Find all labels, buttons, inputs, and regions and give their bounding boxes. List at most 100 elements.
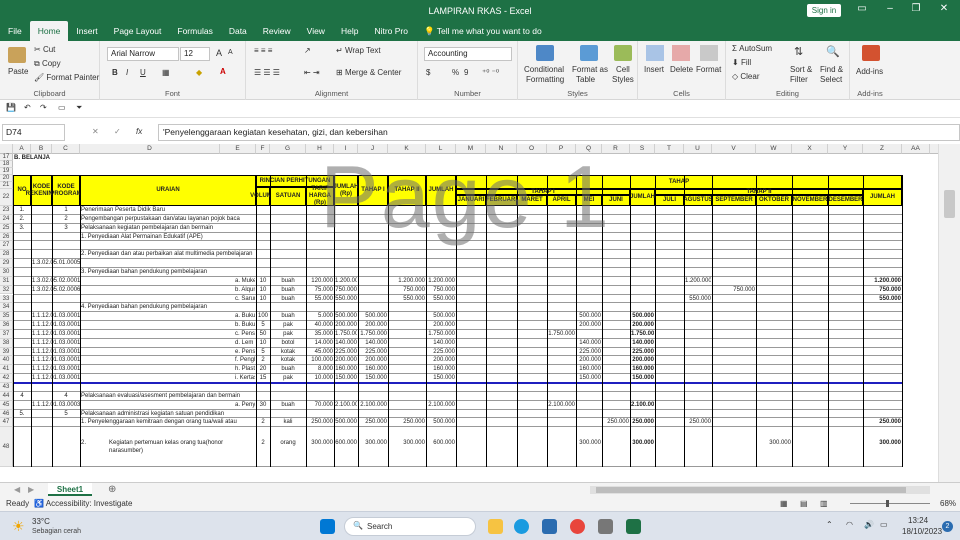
percent-button[interactable]: % (452, 68, 459, 77)
table-cell[interactable]: 750.000 (389, 286, 425, 294)
table-cell[interactable]: 1.1.12.01.03.0001 (32, 312, 230, 320)
cancel-icon[interactable]: ✕ (92, 127, 99, 136)
row-header[interactable]: 48 (0, 427, 13, 468)
underline-button[interactable]: U (140, 68, 146, 77)
table-cell[interactable]: 200.000 (577, 321, 601, 329)
conditional-formatting-icon[interactable] (536, 45, 554, 61)
table-cell[interactable]: kotak (271, 348, 305, 356)
table-cell[interactable]: buah (271, 401, 305, 409)
table-cell[interactable]: 55.000 (307, 295, 333, 303)
table-cell[interactable]: 2. Penyediaan dan atau perbaikan alat mu… (81, 250, 279, 258)
table-cell[interactable]: b. Alquran (221, 286, 255, 294)
table-cell[interactable]: 225.000 (577, 348, 601, 356)
cell-styles-icon[interactable] (614, 45, 632, 61)
tab-view[interactable]: View (299, 21, 333, 41)
table-cell[interactable]: a. Mukena (221, 277, 255, 285)
align-top-icon[interactable]: ≡ ≡ ≡ (254, 46, 272, 55)
tab-nitro-pro[interactable]: Nitro Pro (366, 21, 416, 41)
row-header[interactable]: 25 (0, 223, 13, 233)
column-header[interactable]: Q (576, 144, 602, 154)
bold-button[interactable]: B (112, 68, 118, 77)
table-cell[interactable]: 250.000 (307, 418, 333, 426)
delete-cells-icon[interactable] (672, 45, 690, 61)
column-header[interactable]: Y (828, 144, 863, 154)
merge-center-button[interactable]: ⊞ Merge & Center (336, 68, 401, 77)
row-header[interactable]: 43 (0, 383, 13, 392)
table-cell[interactable]: 50 (257, 330, 269, 338)
close-icon[interactable]: ✕ (934, 3, 954, 14)
maximize-icon[interactable]: ❐ (906, 3, 926, 14)
italic-button[interactable]: I (126, 68, 128, 77)
table-cell[interactable]: 750.000 (335, 286, 357, 294)
table-cell[interactable]: 1.1.12.01.03.0001 (32, 348, 230, 356)
table-cell[interactable]: 75.000 (307, 286, 333, 294)
clear-button[interactable]: ◇ Clear (732, 72, 760, 81)
format-cells-icon[interactable] (700, 45, 718, 61)
tab-help[interactable]: Help (333, 21, 366, 41)
select-all-corner[interactable] (0, 144, 13, 154)
table-cell[interactable]: 5 (53, 410, 79, 418)
table-cell[interactable]: 1.1.12.01.03.0001 (32, 330, 230, 338)
snipping-tool-icon[interactable] (598, 519, 613, 534)
table-cell[interactable]: Penerimaan Peserta Didik Baru (81, 206, 279, 214)
table-cell[interactable]: 300.000 (757, 439, 791, 447)
zoom-level[interactable]: 68% (940, 499, 956, 508)
decimal-icon[interactable]: ⁺⁰ ⁻⁰ (482, 68, 499, 77)
row-header[interactable]: 36 (0, 321, 13, 330)
table-cell[interactable]: 600.000 (335, 439, 357, 447)
font-name-select[interactable]: Arial Narrow (107, 47, 179, 61)
sort-icon[interactable]: ⇅ (794, 45, 803, 58)
table-cell[interactable]: 1.1.12.01.03.0001 (32, 339, 230, 347)
table-cell[interactable]: 550.000 (335, 295, 357, 303)
table-cell[interactable]: 1.1.12.01.03.0001 (32, 365, 230, 373)
format-as-table-button[interactable]: Format as (572, 65, 608, 74)
font-size-select[interactable]: 12 (180, 47, 210, 61)
table-cell[interactable]: buah (271, 295, 305, 303)
row-header[interactable]: 38 (0, 338, 13, 348)
fill-button[interactable]: ⬇ Fill (732, 58, 751, 67)
table-cell[interactable]: i. Kertas origami (221, 374, 255, 382)
table-cell[interactable]: 500.000 (359, 312, 387, 320)
column-header[interactable]: Z (863, 144, 902, 154)
table-cell[interactable]: 70.000 (307, 401, 333, 409)
table-cell[interactable]: 1. Penyediaan Alat Permainan Edukatif (A… (81, 233, 279, 241)
column-header[interactable]: E (220, 144, 256, 154)
page-break-view-icon[interactable]: ▥ (820, 499, 828, 508)
prev-sheet-icon[interactable]: ◀ (14, 485, 20, 494)
insert-function-button[interactable]: fx (136, 127, 142, 136)
table-cell[interactable]: 4 (53, 392, 79, 400)
table-cell[interactable]: 300.000 (307, 439, 333, 447)
row-header[interactable]: 33 (0, 294, 13, 304)
table-cell[interactable]: c. Pensil warna (221, 330, 255, 338)
mail-icon[interactable] (542, 519, 557, 534)
table-cell[interactable]: 750.000 (713, 286, 755, 294)
page-layout-view-icon[interactable]: ▤ (800, 499, 808, 508)
table-cell[interactable]: 140.000 (359, 339, 387, 347)
table-cell[interactable]: 140.000 (631, 339, 654, 347)
table-cell[interactable]: 3. Penyediaan bahan pendukung pembelajar… (81, 268, 279, 276)
table-cell[interactable]: 2 (257, 356, 269, 364)
row-header[interactable]: 47 (0, 418, 13, 428)
table-cell[interactable]: 160.000 (577, 365, 601, 373)
table-cell[interactable]: 600.000 (427, 439, 455, 447)
table-cell[interactable]: buah (271, 312, 305, 320)
row-header[interactable]: 22 (0, 189, 13, 206)
redo-icon[interactable]: ↷ (40, 103, 47, 112)
fill-color-icon[interactable]: ◆ (196, 68, 202, 77)
horizontal-scroll-thumb[interactable] (596, 487, 906, 493)
table-cell[interactable]: 200.000 (577, 356, 601, 364)
table-cell[interactable]: 4 (14, 392, 30, 400)
table-cell[interactable]: 2.100.000 (359, 401, 387, 409)
sort-filter-button[interactable]: Sort & (790, 65, 812, 74)
table-cell[interactable]: 200.000 (427, 356, 455, 364)
excel-taskbar-icon[interactable] (626, 519, 641, 534)
table-cell[interactable]: Pelaksanaan administrasi kegiatan satuan… (81, 410, 279, 418)
table-cell[interactable]: 1.750.000 (359, 330, 387, 338)
table-cell[interactable]: 300.000 (577, 439, 601, 447)
tab-home[interactable]: Home (29, 21, 69, 41)
align-left-icon[interactable]: ☰ ☰ ☰ (254, 68, 280, 77)
table-cell[interactable]: 150.000 (335, 374, 357, 382)
table-cell[interactable]: pak (271, 330, 305, 338)
wifi-icon[interactable]: ◠ (846, 520, 853, 529)
column-header[interactable]: AB (930, 144, 938, 154)
